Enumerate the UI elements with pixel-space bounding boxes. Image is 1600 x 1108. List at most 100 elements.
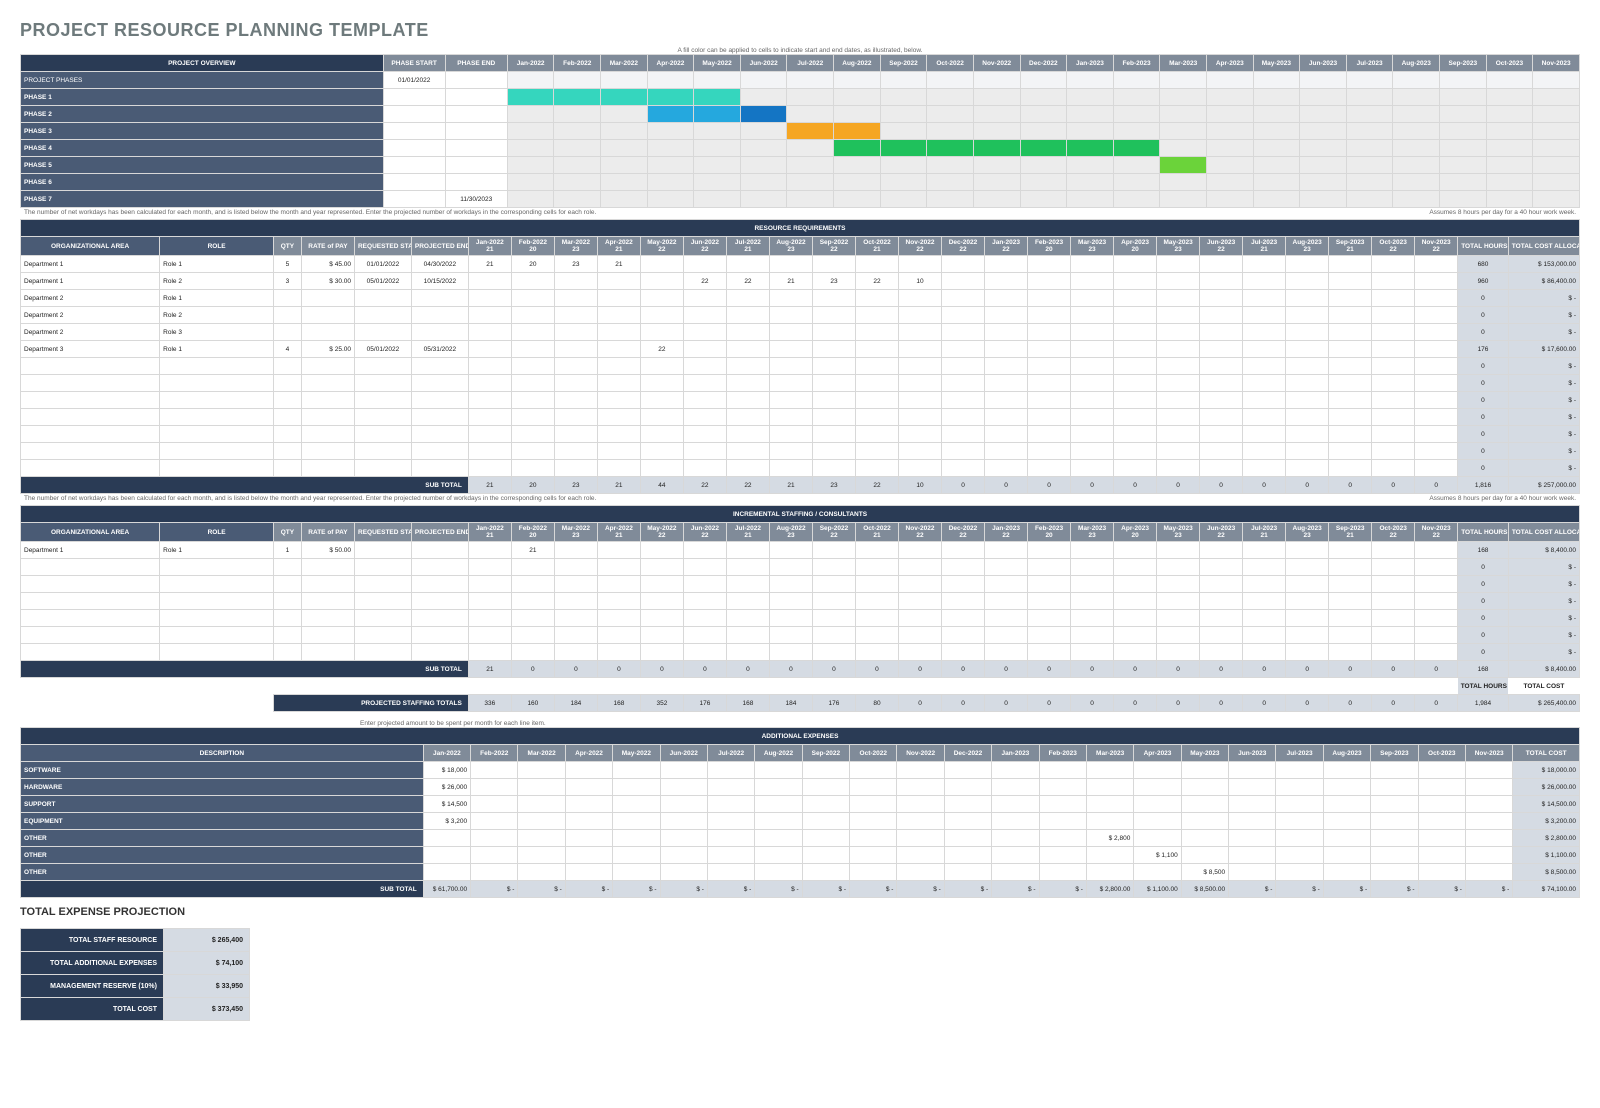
cell-wd[interactable] xyxy=(769,307,812,324)
cell-wd[interactable] xyxy=(1071,627,1114,644)
exp-cell[interactable] xyxy=(1276,830,1323,847)
cell-wd[interactable] xyxy=(1071,307,1114,324)
cell-wd[interactable] xyxy=(898,443,941,460)
cell-area[interactable] xyxy=(21,358,160,375)
cell-wd[interactable] xyxy=(985,610,1028,627)
cell-wd[interactable] xyxy=(769,644,812,661)
exp-cell[interactable] xyxy=(518,762,565,779)
gantt-cell[interactable] xyxy=(647,123,694,140)
exp-cell[interactable] xyxy=(850,864,897,881)
cell-wd[interactable] xyxy=(985,627,1028,644)
gantt-cell[interactable] xyxy=(1160,140,1207,157)
cell-start[interactable] xyxy=(355,610,412,627)
cell-wd[interactable] xyxy=(812,290,855,307)
cell-wd[interactable] xyxy=(769,610,812,627)
exp-cell[interactable] xyxy=(1418,864,1465,881)
gantt-cell[interactable] xyxy=(1346,123,1393,140)
cell-wd[interactable] xyxy=(726,409,769,426)
cell-wd[interactable] xyxy=(640,559,683,576)
phase-start[interactable] xyxy=(383,157,445,174)
cell-wd[interactable] xyxy=(1415,341,1458,358)
cell-wd[interactable] xyxy=(1114,256,1157,273)
cell-wd[interactable] xyxy=(942,426,985,443)
cell-role[interactable] xyxy=(160,644,274,661)
cell-wd[interactable] xyxy=(942,358,985,375)
cell-wd[interactable] xyxy=(1329,256,1372,273)
gantt-cell[interactable] xyxy=(1067,174,1114,191)
gantt-cell[interactable] xyxy=(973,123,1020,140)
cell-wd[interactable] xyxy=(511,426,554,443)
exp-cell[interactable] xyxy=(802,762,849,779)
cell-wd[interactable] xyxy=(1243,426,1286,443)
exp-cell[interactable] xyxy=(802,813,849,830)
exp-cell[interactable] xyxy=(613,796,660,813)
gantt-cell[interactable] xyxy=(1533,174,1580,191)
gantt-cell[interactable] xyxy=(1440,106,1487,123)
cell-wd[interactable]: 22 xyxy=(726,273,769,290)
cell-wd[interactable] xyxy=(468,273,511,290)
cell-qty[interactable] xyxy=(274,307,302,324)
cell-wd[interactable] xyxy=(985,307,1028,324)
cell-wd[interactable] xyxy=(1028,358,1071,375)
cell-wd[interactable] xyxy=(1157,627,1200,644)
cell-wd[interactable] xyxy=(1028,542,1071,559)
gantt-cell[interactable] xyxy=(1113,72,1160,89)
cell-wd[interactable] xyxy=(468,290,511,307)
exp-cell[interactable] xyxy=(802,847,849,864)
cell-wd[interactable] xyxy=(554,324,597,341)
gantt-cell[interactable] xyxy=(694,191,741,208)
exp-cell[interactable] xyxy=(992,830,1039,847)
cell-wd[interactable] xyxy=(942,460,985,477)
cell-wd[interactable] xyxy=(554,644,597,661)
cell-wd[interactable] xyxy=(468,593,511,610)
cell-wd[interactable] xyxy=(597,576,640,593)
cell-wd[interactable] xyxy=(1372,375,1415,392)
cell-start[interactable] xyxy=(354,409,411,426)
phase-start[interactable] xyxy=(383,140,445,157)
exp-cell[interactable] xyxy=(897,864,944,881)
gantt-cell[interactable] xyxy=(927,191,974,208)
cell-rate[interactable] xyxy=(301,324,354,341)
cell-wd[interactable] xyxy=(1243,627,1286,644)
gantt-cell[interactable] xyxy=(694,140,741,157)
cell-wd[interactable] xyxy=(1114,307,1157,324)
exp-cell[interactable] xyxy=(1134,779,1181,796)
cell-qty[interactable] xyxy=(274,426,302,443)
gantt-cell[interactable] xyxy=(554,157,601,174)
exp-cell[interactable] xyxy=(1465,847,1512,864)
gantt-cell[interactable] xyxy=(1346,72,1393,89)
cell-wd[interactable] xyxy=(942,644,985,661)
cell-area[interactable] xyxy=(21,443,160,460)
cell-wd[interactable] xyxy=(985,290,1028,307)
cell-wd[interactable] xyxy=(942,559,985,576)
cell-area[interactable] xyxy=(21,375,160,392)
gantt-cell[interactable] xyxy=(1300,174,1347,191)
gantt-cell[interactable] xyxy=(647,106,694,123)
cell-role[interactable] xyxy=(160,392,274,409)
cell-qty[interactable] xyxy=(274,443,302,460)
cell-wd[interactable] xyxy=(1157,644,1200,661)
gantt-cell[interactable] xyxy=(647,174,694,191)
exp-cell[interactable] xyxy=(897,779,944,796)
cell-wd[interactable] xyxy=(1200,460,1243,477)
exp-cell[interactable] xyxy=(1465,796,1512,813)
gantt-cell[interactable] xyxy=(834,157,881,174)
gantt-cell[interactable] xyxy=(927,174,974,191)
cell-role[interactable]: Role 1 xyxy=(160,542,274,559)
gantt-cell[interactable] xyxy=(1533,140,1580,157)
cell-wd[interactable] xyxy=(1372,559,1415,576)
cell-wd[interactable] xyxy=(942,542,985,559)
cell-wd[interactable] xyxy=(1286,324,1329,341)
gantt-cell[interactable] xyxy=(554,89,601,106)
gantt-cell[interactable] xyxy=(507,72,554,89)
cell-wd[interactable] xyxy=(468,426,511,443)
cell-wd[interactable] xyxy=(640,576,683,593)
cell-wd[interactable] xyxy=(1028,307,1071,324)
cell-end[interactable] xyxy=(411,290,468,307)
exp-cell[interactable] xyxy=(1323,864,1370,881)
cell-wd[interactable] xyxy=(1028,273,1071,290)
cell-wd[interactable] xyxy=(1372,392,1415,409)
cell-wd[interactable] xyxy=(1286,273,1329,290)
exp-cell[interactable] xyxy=(1465,762,1512,779)
cell-end[interactable]: 05/31/2022 xyxy=(411,341,468,358)
